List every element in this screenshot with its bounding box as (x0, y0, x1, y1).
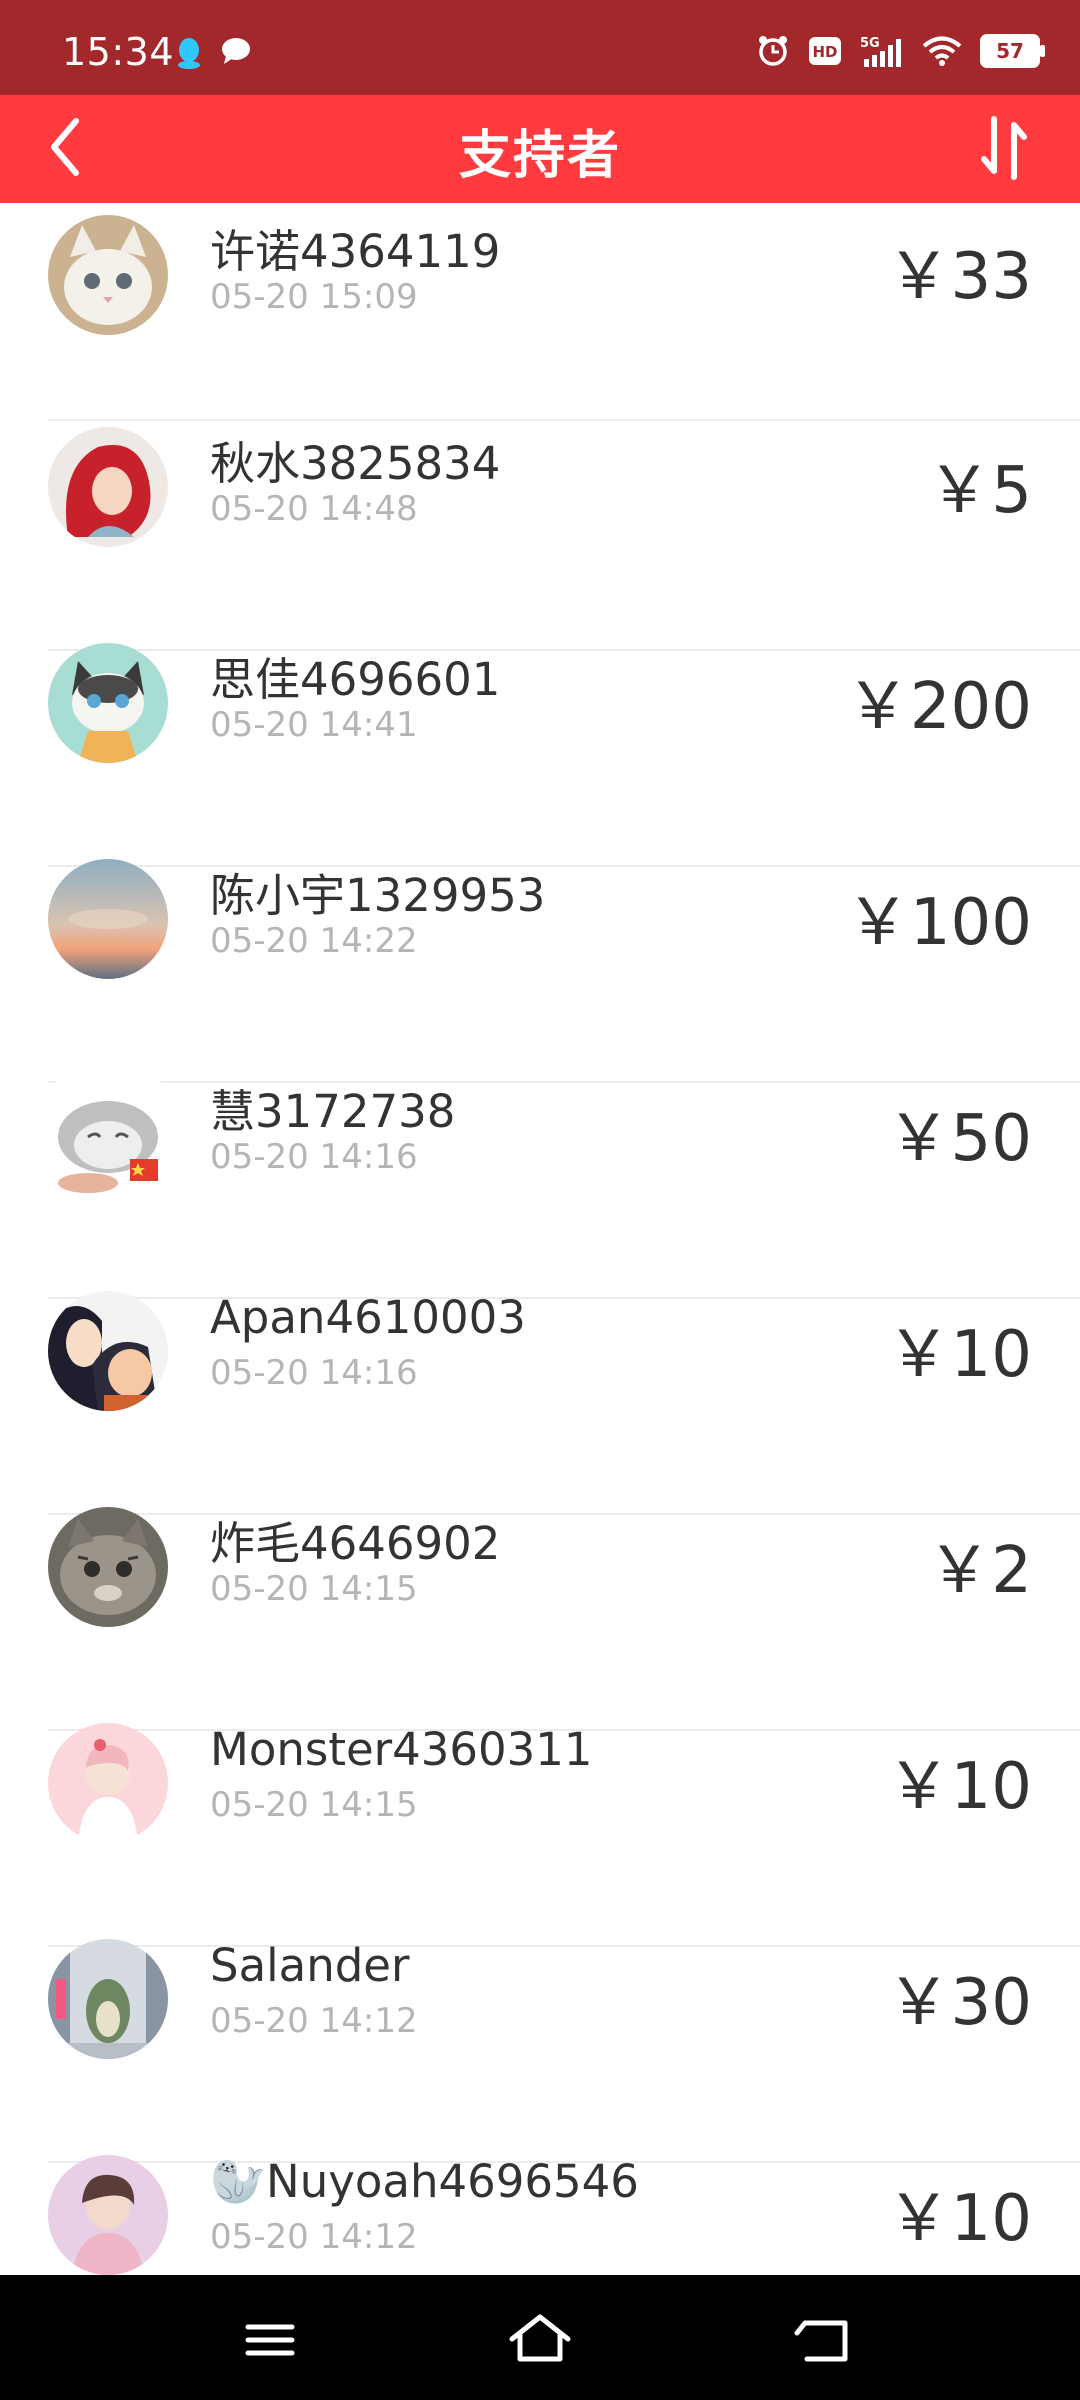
supporter-name: 🦭Nuyoah4696546 (210, 2155, 639, 2208)
hd-icon: HD (809, 37, 841, 65)
page-title: 支持者 (458, 126, 621, 186)
avatar[interactable] (48, 1507, 168, 1627)
support-amount: ￥5 (927, 454, 1032, 528)
svg-text:5G: 5G (860, 36, 880, 51)
support-amount: ￥100 (845, 886, 1032, 960)
list-item[interactable]: Apan4610003 05-20 14:16 ￥10 (0, 1291, 1080, 1515)
support-time: 05-20 14:16 (210, 1137, 418, 1177)
menu-button[interactable] (230, 2305, 310, 2375)
support-time: 05-20 14:16 (210, 1353, 418, 1393)
support-amount: ￥10 (886, 1750, 1032, 1824)
support-time: 05-20 14:12 (210, 2001, 418, 2041)
qq-icon (178, 38, 200, 69)
support-time: 05-20 14:48 (210, 489, 418, 529)
avatar[interactable] (48, 1939, 168, 2059)
list-item[interactable]: Monster4360311 05-20 14:15 ￥10 (0, 1723, 1080, 1947)
avatar[interactable] (48, 2155, 168, 2275)
list-item[interactable]: 慧3172738 05-20 14:16 ￥50 (0, 1075, 1080, 1299)
chat-bubble-icon (222, 38, 250, 64)
support-time: 05-20 14:15 (210, 1785, 418, 1825)
back-icon (794, 2320, 848, 2362)
battery-icon: 57 (980, 34, 1045, 68)
list-item[interactable]: 🦭Nuyoah4696546 05-20 14:12 ￥10 (0, 2155, 1080, 2275)
support-amount: ￥10 (886, 1318, 1032, 1392)
alarm-icon (759, 36, 787, 66)
back-nav-button[interactable] (785, 2305, 865, 2375)
status-time: 15:34 (62, 30, 175, 74)
support-time: 05-20 14:15 (210, 1569, 418, 1609)
list-item[interactable]: 秋水3825834 05-20 14:48 ￥5 (0, 427, 1080, 651)
supporter-name: Salander (210, 1939, 410, 1992)
list-item[interactable]: Salander 05-20 14:12 ￥30 (0, 1939, 1080, 2163)
list-item[interactable]: 炸毛4646902 05-20 14:15 ￥2 (0, 1507, 1080, 1731)
list-item[interactable]: 思佳4696601 05-20 14:41 ￥200 (0, 643, 1080, 867)
support-amount: ￥200 (845, 670, 1032, 744)
home-icon (509, 2314, 571, 2362)
support-time: 05-20 15:09 (210, 277, 418, 317)
avatar[interactable] (48, 1723, 168, 1843)
supporter-name: 陈小宇1329953 (210, 869, 546, 922)
supporter-name: 秋水3825834 (210, 437, 501, 490)
app-bar: 支持者 (0, 95, 1080, 203)
support-time: 05-20 14:12 (210, 2217, 418, 2257)
supporter-name: Apan4610003 (210, 1291, 526, 1344)
list-item[interactable]: 陈小宇1329953 05-20 14:22 ￥100 (0, 859, 1080, 1083)
wifi-icon (922, 36, 962, 66)
status-bar: 15:34 HD 5G 57 (0, 0, 1080, 95)
divider (48, 419, 1080, 421)
supporter-name: 慧3172738 (210, 1085, 456, 1138)
system-nav-bar (0, 2275, 1080, 2400)
supporter-name: 许诺4364119 (210, 225, 501, 278)
sort-button[interactable] (964, 109, 1044, 189)
support-amount: ￥10 (886, 2182, 1032, 2256)
supporter-list[interactable]: 许诺4364119 05-20 15:09 ￥33 秋水3825834 05-2… (0, 203, 1080, 2275)
avatar[interactable] (48, 643, 168, 763)
supporter-name: 炸毛4646902 (210, 1517, 501, 1570)
support-amount: ￥50 (886, 1102, 1032, 1176)
svg-text:HD: HD (812, 43, 837, 61)
support-time: 05-20 14:22 (210, 921, 418, 961)
supporter-name: Monster4360311 (210, 1723, 593, 1776)
avatar[interactable] (48, 427, 168, 547)
5g-signal-icon: 5G (860, 36, 901, 67)
menu-icon (245, 2324, 295, 2356)
support-amount: ￥30 (886, 1966, 1032, 2040)
supporter-name: 思佳4696601 (210, 653, 501, 706)
avatar[interactable] (48, 215, 168, 335)
avatar[interactable] (48, 1075, 168, 1195)
support-time: 05-20 14:41 (210, 705, 418, 745)
avatar[interactable] (48, 859, 168, 979)
list-item[interactable]: 许诺4364119 05-20 15:09 ￥33 (0, 203, 1080, 421)
support-amount: ￥33 (886, 240, 1032, 314)
sort-arrows-icon (981, 116, 1027, 180)
home-button[interactable] (500, 2305, 580, 2375)
avatar[interactable] (48, 1291, 168, 1411)
support-amount: ￥2 (927, 1534, 1032, 1608)
